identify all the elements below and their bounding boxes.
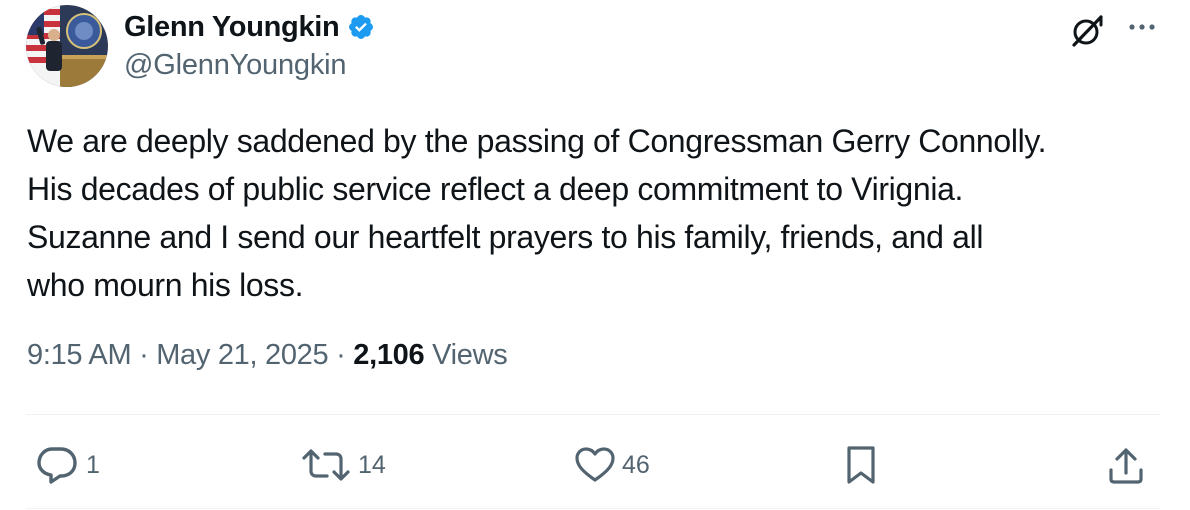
avatar-photo [26,5,108,87]
tweet-text: We are deeply saddened by the passing of… [27,123,1047,303]
author-handle[interactable]: @GlennYoungkin [124,49,346,82]
divider [26,508,1160,509]
tweet-date[interactable]: May 21, 2025 [156,339,328,371]
bookmark-button[interactable] [841,443,881,487]
meta-separator: · [139,339,149,371]
grok-icon[interactable] [1068,12,1106,50]
reply-count: 1 [86,450,100,479]
repost-button[interactable]: 14 [300,443,386,487]
meta-separator: · [336,339,346,371]
author-display-name[interactable]: Glenn Youngkin [124,11,340,44]
like-button[interactable]: 46 [574,443,650,487]
reply-button[interactable]: 1 [34,443,100,487]
divider [26,414,1160,415]
repost-icon [300,445,352,485]
views-label: Views [432,339,508,371]
views-count: 2,106 [353,339,425,371]
share-icon [1106,444,1146,486]
bookmark-icon [841,444,881,486]
tweet-time[interactable]: 9:15 AM [27,339,132,371]
like-count: 46 [622,450,650,479]
avatar[interactable] [26,5,108,87]
share-button[interactable] [1106,443,1146,487]
author-name-row: Glenn Youngkin [124,9,375,45]
reply-icon [34,445,80,485]
more-icon[interactable] [1124,14,1160,44]
tweet-meta: 9:15 AM · May 21, 2025 · 2,106 Views [27,339,508,372]
repost-count: 14 [358,450,386,479]
heart-icon [574,445,616,485]
verified-badge-icon[interactable] [347,13,375,41]
